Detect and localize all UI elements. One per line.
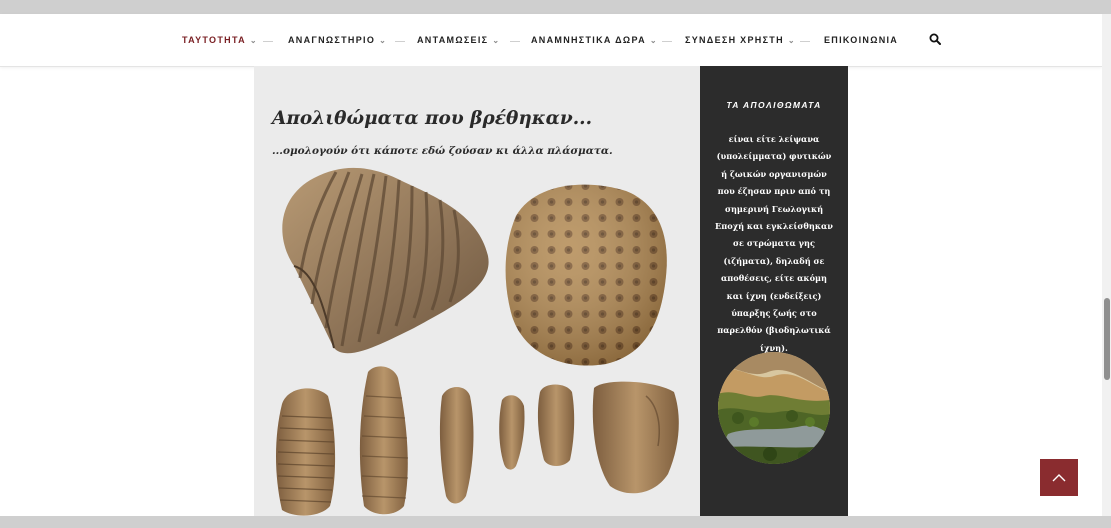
chevron-down-icon: ⌄	[379, 36, 386, 45]
chevron-down-icon: ⌄	[649, 36, 657, 45]
nav-item-tautotita[interactable]: ΤΑΥΤΟΤΗΤΑ ⌄	[182, 35, 257, 45]
chevron-down-icon: ⌄	[249, 36, 257, 45]
nav-separator	[800, 41, 810, 42]
chevron-down-icon: ⌄	[492, 36, 500, 45]
nav-item-anamnistika-dora[interactable]: ΑΝΑΜΝΗΣΤΙΚΑ ΔΩΡΑ ⌄	[531, 35, 657, 45]
sidebar-heading: ΤΑ ΑΠΟΛΙΘΩΜΑΤΑ	[726, 100, 822, 110]
fossils-image	[276, 167, 679, 516]
page-scrollbar-track[interactable]	[1102, 14, 1111, 516]
fossils-content-panel: Απολιθώματα που βρέθηκαν... ...ομολογούν…	[254, 66, 700, 516]
fossils-sidebar: ΤΑ ΑΠΟΛΙΘΩΜΑΤΑ είναι είτε λείψανα (υπολε…	[700, 66, 848, 516]
nav-item-label: ΣΥΝΔΕΣΗ ΧΡΗΣΤΗ	[685, 35, 784, 45]
nav-item-syndesi-xristi[interactable]: ΣΥΝΔΕΣΗ ΧΡΗΣΤΗ ⌄	[685, 35, 795, 45]
tube-fossils	[276, 366, 679, 516]
landscape-image	[718, 352, 830, 464]
page-scrollbar-thumb[interactable]	[1104, 298, 1110, 380]
nav-item-label: ΕΠΙΚΟΙΝΩΝΙΑ	[824, 35, 899, 45]
sidebar-description: είναι είτε λείψανα (υπολείμματα) φυτικών…	[715, 134, 833, 353]
browser-top-strip	[0, 0, 1111, 14]
nav-separator	[662, 41, 672, 42]
search-icon[interactable]	[929, 33, 941, 45]
nav-item-epikoinonia[interactable]: ΕΠΙΚΟΙΝΩΝΙΑ	[824, 35, 898, 45]
nav-item-label: ΑΝΑΓΝΩΣΤΗΡΙΟ	[288, 35, 376, 45]
nav-separator	[263, 41, 273, 42]
shell-fossil	[282, 167, 489, 354]
chevron-down-icon: ⌄	[787, 36, 795, 45]
nav-item-label: ΤΑΥΤΟΤΗΤΑ	[182, 35, 246, 45]
chevron-up-icon	[1052, 473, 1066, 481]
coral-fossil	[505, 184, 667, 366]
nav-item-label: ΑΝΑΜΝΗΣΤΙΚΑ ΔΩΡΑ	[531, 35, 646, 45]
back-to-top-button[interactable]	[1040, 459, 1078, 496]
browser-bottom-strip	[0, 516, 1111, 528]
gorge-landscape-photo	[718, 352, 830, 464]
nav-item-anagnostirio[interactable]: ΑΝΑΓΝΩΣΤΗΡΙΟ ⌄	[288, 35, 386, 45]
nav-separator	[395, 41, 405, 42]
nav-item-antamoseis[interactable]: ΑΝΤΑΜΩΣΕΙΣ ⌄	[417, 35, 499, 45]
main-navigation: ΤΑΥΤΟΤΗΤΑ ⌄ ΑΝΑΓΝΩΣΤΗΡΙΟ ⌄ ΑΝΤΑΜΩΣΕΙΣ ⌄ ΑΝΑ…	[0, 14, 1102, 67]
nav-item-label: ΑΝΤΑΜΩΣΕΙΣ	[417, 35, 489, 45]
nav-separator	[510, 41, 520, 42]
